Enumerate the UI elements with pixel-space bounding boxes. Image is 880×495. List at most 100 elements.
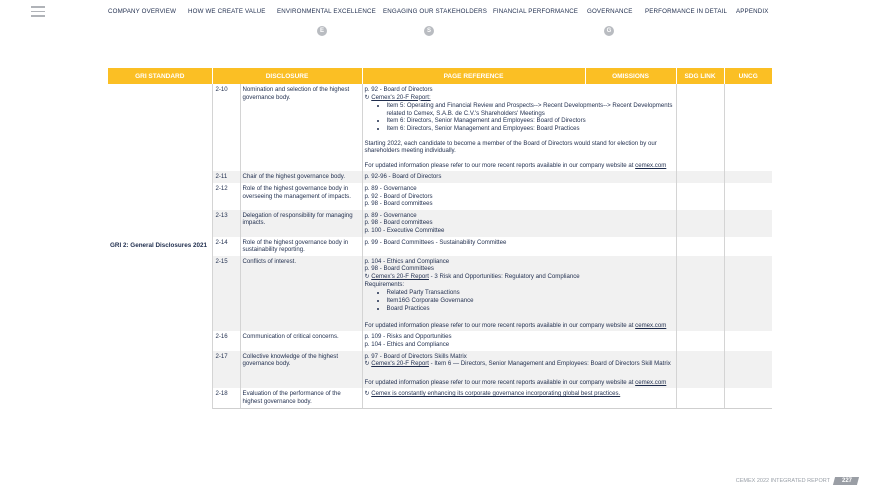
list-item: Item16G Corporate Governance [387,297,674,305]
ungc-cell [724,84,772,171]
page-footer: CEMEX 2022 INTEGRATED REPORT 227 [735,476,860,486]
top-navigation: COMPANY OVERVIEW HOW WE CREATE VALUE ENV… [0,8,880,36]
governance-badge-icon: G [604,26,614,36]
disclosure-number: 2-13 [212,209,241,237]
governance-practices-link[interactable]: Cemex is constantly enhancing its corpor… [371,390,620,397]
list-item: Item 6: Directors, Senior Management and… [387,117,674,125]
page-reference-cell: p. 92-96 - Board of Directors [362,171,677,183]
sdg-cell [676,209,725,237]
note-text: Starting 2022, each candidate to become … [364,139,657,155]
cemex-website-link[interactable]: cemex.com [635,379,666,386]
sdg-cell [676,388,725,409]
ungc-cell [724,183,772,210]
nav-engaging-stakeholders[interactable]: ENGAGING OUR STAKEHOLDERS [383,8,487,15]
report-title: CEMEX 2022 INTEGRATED REPORT [735,478,830,484]
gri-standard-cell: GRI 2: General Disclosures 2021 [108,84,213,409]
ungc-cell [724,350,772,389]
page-reference: p. 104 - Ethics and Compliance [364,257,450,265]
header-omissions: OMISSIONS [585,68,677,84]
nav-performance-in-detail[interactable]: PERFORMANCE IN DETAIL [645,8,727,15]
note-text: For updated information please refer to … [364,378,636,386]
ungc-cell [724,209,772,237]
disclosure-number: 2-10 [212,84,241,172]
header-gri-standard: GRI STANDARD [108,68,213,84]
note-text: For updated information please refer to … [364,161,636,169]
page-reference: p. 109 - Risks and Opportunities [364,333,452,341]
nav-company-overview[interactable]: COMPANY OVERVIEW [108,8,176,15]
sdg-cell [676,236,725,256]
refresh-link-icon: ↻ [364,273,370,280]
disclosure-text: Role of the highest governance body in s… [240,236,363,256]
page-reference: p. 99 - Board Committees - Sustainabilit… [364,238,507,246]
ungc-cell [724,171,772,183]
page-reference-cell: p. 89 - Governance p. 98 - Board committ… [362,209,677,237]
header-ungc: UNCG [724,68,772,84]
20f-report-link[interactable]: Cemex's 20-F Report [371,360,429,367]
header-disclosure: DISCLOSURE [212,68,363,84]
nav-environmental-excellence[interactable]: ENVIRONMENTAL EXCELLENCE [277,8,376,15]
disclosure-text: Delegation of responsibility for managin… [240,209,363,237]
gri-table: GRI STANDARD DISCLOSURE PAGE REFERENCE O… [108,68,772,409]
20f-report-link[interactable]: Cemex's 20-F Report: [371,94,430,101]
ungc-cell [724,331,772,350]
environmental-badge-icon: E [317,26,327,36]
page-number: 227 [841,478,852,484]
list-item: Item 5: Operating and Financial Review a… [387,102,674,117]
disclosure-text: Collective knowledge of the highest gove… [240,350,363,389]
nav-financial-performance[interactable]: FINANCIAL PERFORMANCE [493,8,578,15]
list-item: Related Party Transactions [387,289,674,297]
nav-appendix[interactable]: APPENDIX [736,8,769,15]
disclosure-text: Role of the highest governance body in o… [240,182,363,210]
disclosure-text: Conflicts of interest. [240,255,363,332]
disclosure-text: Nomination and selection of the highest … [240,84,363,172]
20f-report-link[interactable]: Cemex's 20-F Report [371,273,429,280]
disclosure-number: 2-17 [212,350,241,389]
link-suffix: - 3 Risk and Opportunities: Regulatory a… [428,272,580,280]
refresh-link-icon: ↻ [364,94,370,101]
header-sdg-link: SDG LINK [676,68,725,84]
page-number-badge: 227 [832,477,860,485]
list-item: Item 6: Directors, Senior Management and… [387,125,674,133]
page-reference-cell: p. 109 - Risks and Opportunities p. 104 … [362,331,677,351]
sdg-cell [676,84,725,172]
page-reference-cell: p. 92 - Board of Directors ↻ Cemex's 20-… [362,84,677,172]
refresh-link-icon: ↻ [364,391,370,398]
page-reference-cell: ↻ Cemex is constantly enhancing its corp… [362,388,677,409]
header-page-reference: PAGE REFERENCE [362,68,586,84]
disclosure-number: 2-16 [212,331,241,351]
page-reference: p. 98 - Board Committees [364,265,434,273]
link-suffix: - Item 6 — Directors, Senior Management … [428,360,671,368]
page-reference: p. 92 - Board of Directors [364,192,433,200]
page-reference-cell: p. 97 - Board of Directors Skills Matrix… [362,350,677,389]
disclosure-number: 2-14 [212,236,241,256]
page-reference: p. 92 - Board of Directors [364,86,433,93]
disclosure-number: 2-12 [212,182,241,210]
nav-how-we-create-value[interactable]: HOW WE CREATE VALUE [188,8,266,15]
ungc-cell [724,237,772,256]
page-reference-cell: p. 89 - Governance p. 92 - Board of Dire… [362,182,677,210]
page-reference: p. 104 - Ethics and Compliance [364,341,450,349]
cemex-website-link[interactable]: cemex.com [635,322,666,329]
nav-governance[interactable]: GOVERNANCE [587,8,633,15]
page-reference: p. 89 - Governance [364,211,417,219]
disclosure-number: 2-11 [212,171,241,183]
note-text: For updated information please refer to … [364,321,636,329]
disclosure-number: 2-15 [212,255,241,332]
list-item: Board Practices [387,305,674,313]
page-reference: p. 98 - Board committees [364,200,433,208]
disclosure-number: 2-18 [212,388,241,409]
sdg-cell [676,255,725,332]
cemex-website-link[interactable]: cemex.com [635,162,666,169]
page-reference: p. 98 - Board committees [364,219,433,227]
sdg-cell [676,182,725,210]
ungc-cell [724,255,772,332]
sdg-cell [676,331,725,351]
page-reference-cell: p. 99 - Board Committees - Sustainabilit… [362,236,677,256]
refresh-link-icon: ↻ [364,361,370,368]
disclosure-text: Evaluation of the performance of the hig… [240,388,363,409]
ungc-cell [724,388,772,409]
social-badge-icon: S [424,26,434,36]
requirements-label: Requirements: [364,281,405,289]
page-reference: p. 100 - Executive Committee [364,226,445,234]
page-reference: p. 89 - Governance [364,184,417,192]
